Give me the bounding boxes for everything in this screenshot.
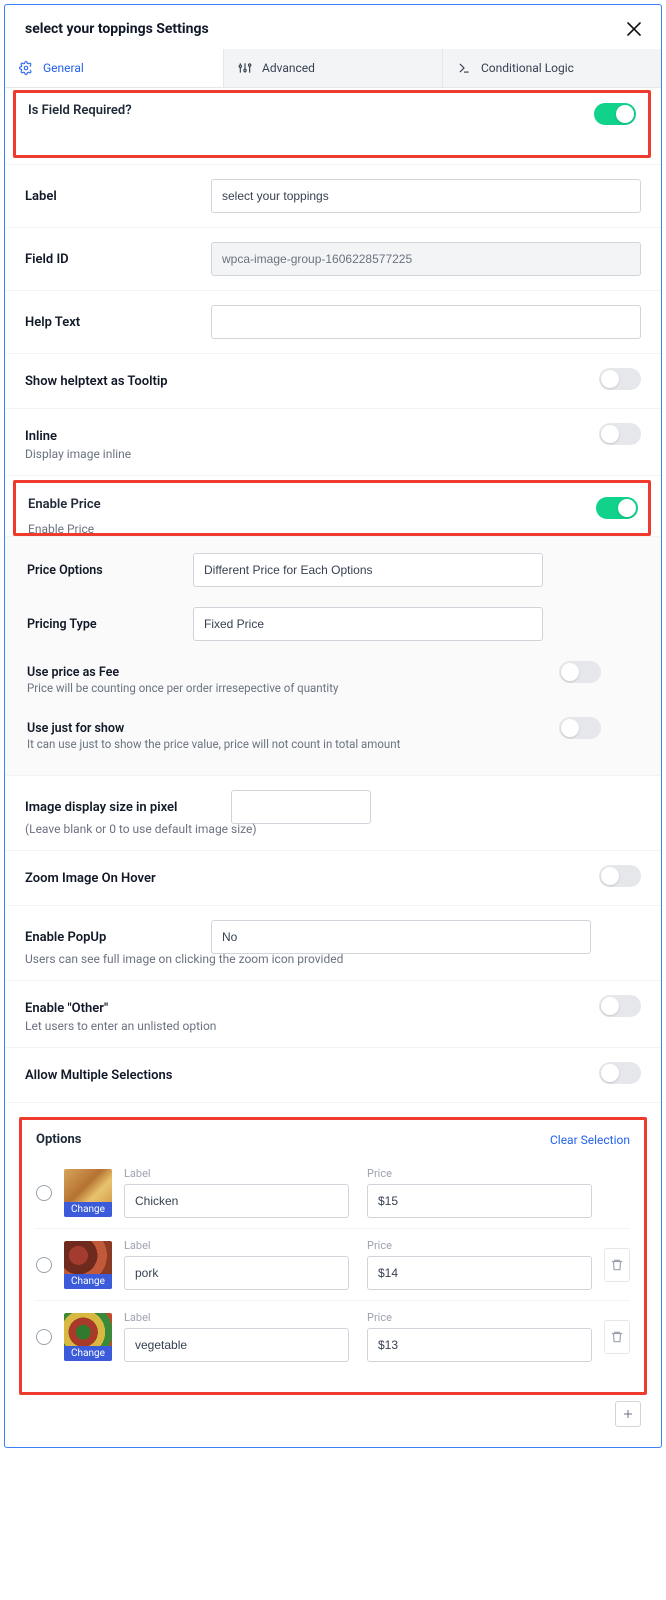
option-label-input[interactable] xyxy=(124,1184,349,1218)
pricing-type-label: Pricing Type xyxy=(27,617,177,632)
option-price-caption: Price xyxy=(367,1239,592,1252)
required-toggle[interactable] xyxy=(594,103,636,125)
required-section: Is Field Required? xyxy=(13,90,651,158)
change-image-button[interactable]: Change xyxy=(64,1274,112,1289)
popup-help: Users can see full image on clicking the… xyxy=(5,952,661,980)
add-option-button[interactable] xyxy=(615,1401,641,1427)
tab-conditional[interactable]: Conditional Logic xyxy=(443,49,661,87)
option-price-input[interactable] xyxy=(367,1256,592,1290)
zoom-label: Zoom Image On Hover xyxy=(25,871,215,886)
option-thumbnail: Change xyxy=(64,1169,112,1217)
enableprice-label: Enable Price xyxy=(28,497,101,512)
use-fee-label: Use price as Fee xyxy=(27,665,177,680)
enable-price-section: Enable Price Enable Price xyxy=(13,480,651,536)
option-row: Change Label Price xyxy=(36,1301,630,1372)
options-section: Options Clear Selection Change Label Pri… xyxy=(19,1117,647,1395)
option-label-caption: Label xyxy=(124,1239,349,1252)
label-input[interactable] xyxy=(211,179,641,213)
change-image-button[interactable]: Change xyxy=(64,1346,112,1361)
use-fee-help: Price will be counting once per order ir… xyxy=(27,681,651,701)
popup-label: Enable PopUp xyxy=(25,930,195,945)
price-subpanel: Price Options Pricing Type Use price as … xyxy=(5,536,661,776)
option-radio[interactable] xyxy=(36,1185,52,1201)
sliders-icon xyxy=(238,61,252,75)
inline-toggle[interactable] xyxy=(599,423,641,445)
helptext-label: Help Text xyxy=(25,315,195,330)
tooltip-label: Show helptext as Tooltip xyxy=(25,374,195,389)
just-show-label: Use just for show xyxy=(27,721,177,736)
pricing-type-select[interactable] xyxy=(193,607,543,641)
inline-label: Inline xyxy=(25,429,195,444)
option-radio[interactable] xyxy=(36,1257,52,1273)
just-show-toggle[interactable] xyxy=(559,717,601,739)
tab-advanced-label: Advanced xyxy=(262,61,315,75)
use-fee-toggle[interactable] xyxy=(559,661,601,683)
option-row: Change Label Price xyxy=(36,1157,630,1229)
option-thumbnail: Change xyxy=(64,1313,112,1361)
option-thumbnail: Change xyxy=(64,1241,112,1289)
price-options-label: Price Options xyxy=(27,563,177,578)
delete-option-button[interactable] xyxy=(604,1248,630,1282)
enableprice-help: Enable Price xyxy=(28,522,101,536)
settings-panel: select your toppings Settings General Ad… xyxy=(4,4,662,1448)
option-label-caption: Label xyxy=(124,1167,349,1180)
multi-toggle[interactable] xyxy=(599,1062,641,1084)
option-price-input[interactable] xyxy=(367,1328,592,1362)
clear-selection-link[interactable]: Clear Selection xyxy=(550,1133,630,1147)
option-label-input[interactable] xyxy=(124,1328,349,1362)
option-label-input[interactable] xyxy=(124,1256,349,1290)
option-price-input[interactable] xyxy=(367,1184,592,1218)
tooltip-toggle[interactable] xyxy=(599,368,641,390)
tab-conditional-label: Conditional Logic xyxy=(481,61,574,75)
imgsize-help: (Leave blank or 0 to use default image s… xyxy=(5,822,661,850)
conditional-icon xyxy=(457,61,471,75)
delete-option-button[interactable] xyxy=(604,1320,630,1354)
zoom-toggle[interactable] xyxy=(599,865,641,887)
option-radio[interactable] xyxy=(36,1329,52,1345)
option-label-caption: Label xyxy=(124,1311,349,1324)
fieldid-input xyxy=(211,242,641,276)
close-icon[interactable] xyxy=(627,22,641,36)
other-toggle[interactable] xyxy=(599,995,641,1017)
options-title: Options xyxy=(36,1132,81,1147)
helptext-input[interactable] xyxy=(211,305,641,339)
other-label: Enable "Other" xyxy=(25,1001,195,1016)
just-show-help: It can use just to show the price value,… xyxy=(27,737,651,757)
panel-title: select your toppings Settings xyxy=(25,21,209,37)
required-label: Is Field Required? xyxy=(28,103,132,118)
label-label: Label xyxy=(25,189,195,204)
fieldid-label: Field ID xyxy=(25,252,195,267)
gear-icon xyxy=(19,61,33,75)
tab-general[interactable]: General xyxy=(5,49,224,87)
tabs: General Advanced Conditional Logic xyxy=(5,49,661,88)
option-row: Change Label Price xyxy=(36,1229,630,1301)
other-help: Let users to enter an unlisted option xyxy=(5,1019,661,1047)
tab-advanced[interactable]: Advanced xyxy=(224,49,443,87)
enableprice-toggle[interactable] xyxy=(596,497,638,519)
imgsize-label: Image display size in pixel xyxy=(25,800,215,815)
price-options-select[interactable] xyxy=(193,553,543,587)
inline-help: Display image inline xyxy=(5,447,661,475)
popup-select[interactable] xyxy=(211,920,591,954)
option-price-caption: Price xyxy=(367,1167,592,1180)
imgsize-input[interactable] xyxy=(231,790,371,824)
multi-label: Allow Multiple Selections xyxy=(25,1068,245,1083)
tab-general-label: General xyxy=(43,61,84,75)
option-price-caption: Price xyxy=(367,1311,592,1324)
change-image-button[interactable]: Change xyxy=(64,1202,112,1217)
